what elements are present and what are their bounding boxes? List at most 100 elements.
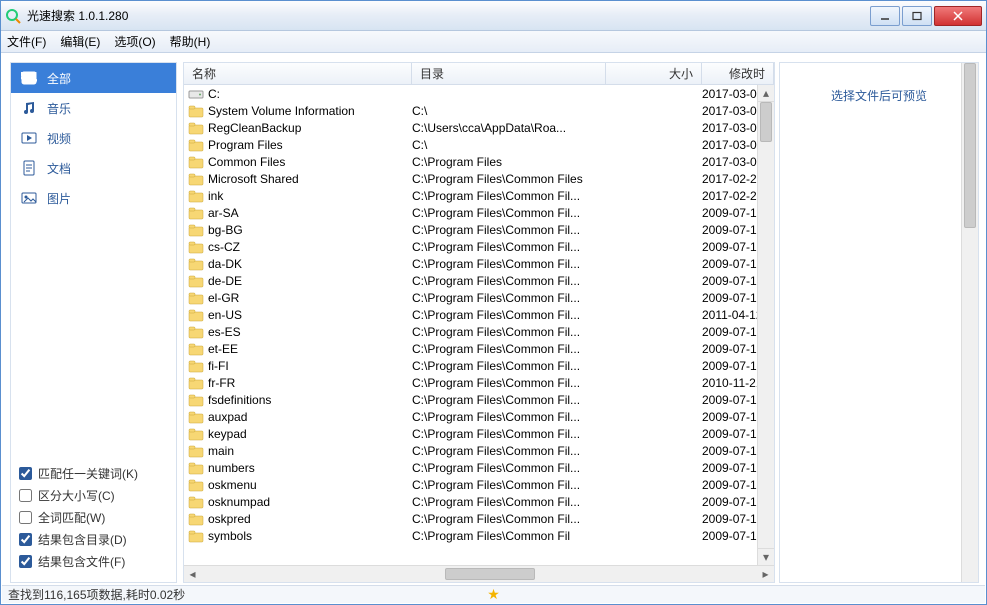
row-dir: C:\Program Files\Common Fil... (412, 189, 606, 203)
filter-option-0[interactable]: 匹配任一关键词(K) (19, 462, 168, 484)
col-size[interactable]: 大小 (606, 63, 702, 84)
sidebar-item-doc[interactable]: 文档 (11, 153, 176, 183)
menu-help[interactable]: 帮助(H) (170, 33, 211, 50)
table-row[interactable]: fr-FRC:\Program Files\Common Fil...2010-… (184, 374, 774, 391)
row-name: Program Files (208, 138, 412, 152)
doc-icon (21, 160, 37, 176)
star-icon[interactable]: ★ (487, 586, 500, 603)
sidebar-item-label: 音乐 (47, 100, 71, 117)
table-row[interactable]: RegCleanBackupC:\Users\cca\AppData\Roa..… (184, 119, 774, 136)
filter-checkbox[interactable] (19, 555, 32, 568)
sidebar-item-video[interactable]: 视频 (11, 123, 176, 153)
scroll-thumb[interactable] (760, 102, 772, 142)
row-name: cs-CZ (208, 240, 412, 254)
row-name: en-US (208, 308, 412, 322)
folder-icon (188, 188, 204, 204)
folder-icon (188, 460, 204, 476)
hscroll-thumb[interactable] (445, 568, 535, 580)
scroll-right-icon[interactable]: ▸ (757, 566, 774, 582)
preview-scrollbar[interactable] (961, 63, 978, 582)
row-dir: C:\Program Files\Common Fil... (412, 444, 606, 458)
image-icon (21, 190, 37, 206)
sidebar-item-image[interactable]: 图片 (11, 183, 176, 213)
row-name: da-DK (208, 257, 412, 271)
scroll-down-icon[interactable]: ▾ (758, 548, 774, 565)
menu-file[interactable]: 文件(F) (7, 33, 46, 50)
row-name: fr-FR (208, 376, 412, 390)
table-row[interactable]: osknumpadC:\Program Files\Common Fil...2… (184, 493, 774, 510)
table-row[interactable]: fi-FIC:\Program Files\Common Fil...2009-… (184, 357, 774, 374)
table-row[interactable]: es-ESC:\Program Files\Common Fil...2009-… (184, 323, 774, 340)
table-row[interactable]: el-GRC:\Program Files\Common Fil...2009-… (184, 289, 774, 306)
table-row[interactable]: Program FilesC:\2017-03-08 13:53: (184, 136, 774, 153)
filter-checkbox[interactable] (19, 533, 32, 546)
table-row[interactable]: auxpadC:\Program Files\Common Fil...2009… (184, 408, 774, 425)
col-date[interactable]: 修改时 (702, 63, 774, 84)
table-row[interactable]: en-USC:\Program Files\Common Fil...2011-… (184, 306, 774, 323)
filter-label: 匹配任一关键词(K) (38, 465, 138, 482)
table-row[interactable]: System Volume InformationC:\2017-03-08 1… (184, 102, 774, 119)
row-dir: C:\Program Files\Common Fil... (412, 495, 606, 509)
maximize-button[interactable] (902, 6, 932, 26)
table-row[interactable]: Common FilesC:\Program Files2017-03-03 0… (184, 153, 774, 170)
table-row[interactable]: de-DEC:\Program Files\Common Fil...2009-… (184, 272, 774, 289)
table-row[interactable]: Microsoft SharedC:\Program Files\Common … (184, 170, 774, 187)
menu-options[interactable]: 选项(O) (114, 33, 155, 50)
row-dir: C:\Program Files\Common Fil... (412, 342, 606, 356)
filter-option-2[interactable]: 全词匹配(W) (19, 506, 168, 528)
table-row[interactable]: da-DKC:\Program Files\Common Fil...2009-… (184, 255, 774, 272)
table-row[interactable]: numbersC:\Program Files\Common Fil...200… (184, 459, 774, 476)
horizontal-scrollbar[interactable]: ◂ ▸ (184, 565, 774, 582)
table-row[interactable]: et-EEC:\Program Files\Common Fil...2009-… (184, 340, 774, 357)
row-dir: C:\Program Files\Common Fil... (412, 240, 606, 254)
folder-icon (188, 205, 204, 221)
row-dir: C:\Program Files\Common Fil... (412, 325, 606, 339)
row-name: oskmenu (208, 478, 412, 492)
row-name: ink (208, 189, 412, 203)
col-name[interactable]: 名称 (184, 63, 412, 84)
table-row[interactable]: C:2017-03-08 13:53:2 (184, 85, 774, 102)
close-button[interactable] (934, 6, 982, 26)
filter-option-1[interactable]: 区分大小写(C) (19, 484, 168, 506)
filter-option-3[interactable]: 结果包含目录(D) (19, 528, 168, 550)
folder-icon (188, 494, 204, 510)
row-dir: C:\Program Files\Common Fil... (412, 512, 606, 526)
table-row[interactable]: mainC:\Program Files\Common Fil...2009-0… (184, 442, 774, 459)
col-dir[interactable]: 目录 (412, 63, 606, 84)
table-row[interactable]: ar-SAC:\Program Files\Common Fil...2009-… (184, 204, 774, 221)
table-row[interactable]: oskpredC:\Program Files\Common Fil...200… (184, 510, 774, 527)
folder-icon (188, 290, 204, 306)
table-row[interactable]: fsdefinitionsC:\Program Files\Common Fil… (184, 391, 774, 408)
table-row[interactable]: symbolsC:\Program Files\Common Fil2009-0… (184, 527, 774, 544)
row-dir: C:\Program Files\Common Fil... (412, 274, 606, 288)
filter-option-4[interactable]: 结果包含文件(F) (19, 550, 168, 572)
table-row[interactable]: oskmenuC:\Program Files\Common Fil...200… (184, 476, 774, 493)
filter-checkbox[interactable] (19, 511, 32, 524)
folder-icon (188, 409, 204, 425)
table-row[interactable]: inkC:\Program Files\Common Fil...2017-02… (184, 187, 774, 204)
sidebar-item-music[interactable]: 音乐 (11, 93, 176, 123)
preview-scroll-thumb[interactable] (964, 63, 976, 228)
scroll-up-icon[interactable]: ▴ (758, 85, 774, 102)
row-dir: C:\Program Files\Common Fil... (412, 461, 606, 475)
menu-edit[interactable]: 编辑(E) (60, 33, 100, 50)
sidebar-item-label: 文档 (47, 160, 71, 177)
filter-checkbox[interactable] (19, 467, 32, 480)
row-dir: C:\Program Files\Common Files (412, 172, 606, 186)
filter-checkbox[interactable] (19, 489, 32, 502)
row-dir: C:\Program Files (412, 155, 606, 169)
folder-icon (188, 103, 204, 119)
sidebar-item-all[interactable]: ALL全部 (11, 63, 176, 93)
folder-icon (188, 239, 204, 255)
row-dir: C:\Program Files\Common Fil... (412, 410, 606, 424)
minimize-button[interactable] (870, 6, 900, 26)
filter-label: 结果包含文件(F) (38, 553, 125, 570)
table-row[interactable]: keypadC:\Program Files\Common Fil...2009… (184, 425, 774, 442)
row-dir: C:\Program Files\Common Fil... (412, 223, 606, 237)
folder-icon (188, 154, 204, 170)
scroll-left-icon[interactable]: ◂ (184, 566, 201, 582)
row-name: et-EE (208, 342, 412, 356)
table-row[interactable]: cs-CZC:\Program Files\Common Fil...2009-… (184, 238, 774, 255)
table-row[interactable]: bg-BGC:\Program Files\Common Fil...2009-… (184, 221, 774, 238)
vertical-scrollbar[interactable]: ▴ ▾ (757, 85, 774, 565)
